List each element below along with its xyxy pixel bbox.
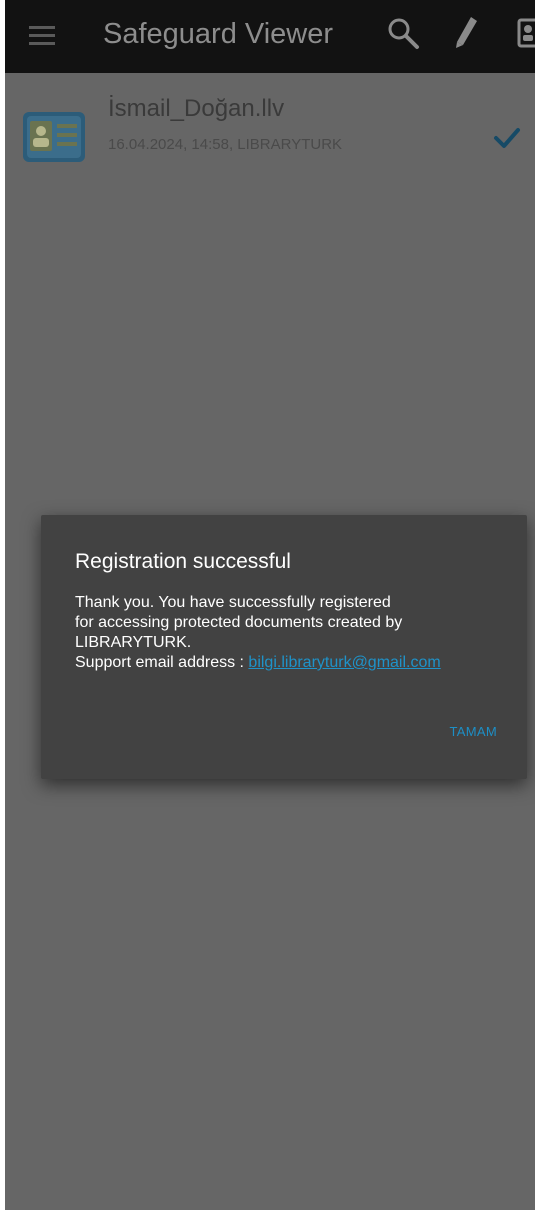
menu-icon [29,26,55,45]
registration-dialog: Registration successful Thank you. You h… [41,515,527,779]
support-email-link[interactable]: bilgi.libraryturk@gmail.com [248,654,440,671]
screen: Safeguard Viewer İsmail_Doğan.llv 16.04.… [5,0,535,1210]
pencil-icon [456,17,477,48]
support-line: Support email address : bilgi.librarytur… [75,653,515,673]
file-name: İsmail_Doğan.llv [108,95,285,122]
dialog-title: Registration successful [75,550,291,573]
dialog-message-line: LIBRARYTURK. [75,634,192,651]
search-icon [388,18,419,49]
support-label: Support email address : [75,654,249,671]
dialog-message-line: Thank you. You have successfully registe… [75,594,391,611]
menu-button[interactable] [27,20,59,52]
check-icon [493,126,521,150]
edit-button[interactable] [453,15,479,49]
app-bar: Safeguard Viewer [5,0,535,73]
id-card-icon [22,111,86,163]
app-title: Safeguard Viewer [103,18,334,50]
search-button[interactable] [385,15,421,51]
dialog-message-line: for accessing protected documents create… [75,614,403,631]
account-button[interactable] [517,18,535,48]
file-metadata: 16.04.2024, 14:58, LIBRARYTURK [108,136,343,153]
account-icon [517,18,535,48]
file-list-item[interactable]: İsmail_Doğan.llv 16.04.2024, 14:58, LIBR… [5,78,535,178]
dialog-message: Thank you. You have successfully registe… [75,593,515,673]
ok-button[interactable]: TAMAM [450,723,497,741]
